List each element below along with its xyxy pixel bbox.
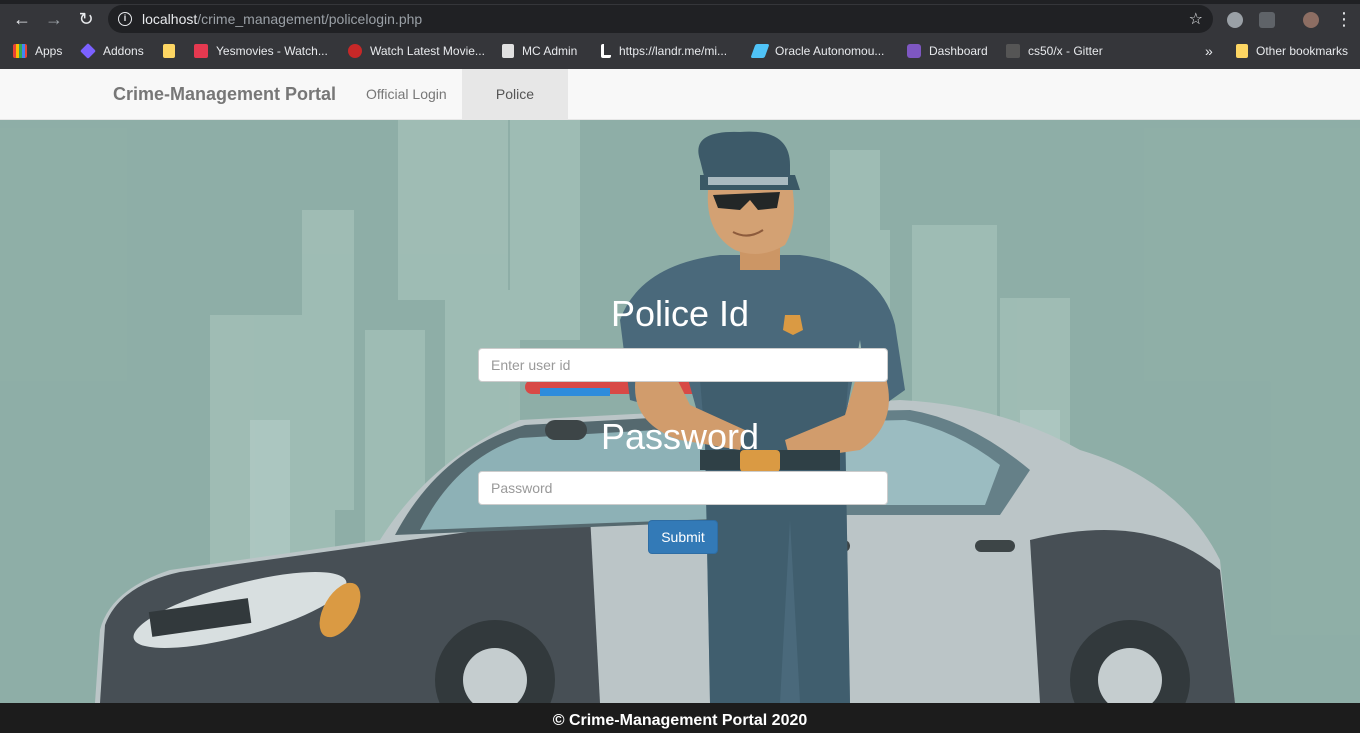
submit-button[interactable]: Submit bbox=[648, 520, 718, 554]
avatar[interactable] bbox=[1303, 12, 1319, 28]
bookmark-gitter[interactable]: cs50/x - Gitter bbox=[1006, 43, 1103, 59]
addons-icon bbox=[80, 43, 96, 59]
bookmark-dashboard[interactable]: Dashboard bbox=[907, 43, 988, 59]
bookmark-star-icon[interactable]: ☆ bbox=[1189, 9, 1203, 29]
watch-movie-icon bbox=[348, 44, 362, 58]
site-info-icon[interactable]: i bbox=[118, 12, 132, 26]
folder-icon bbox=[1236, 44, 1248, 58]
bookmark-oracle[interactable]: Oracle Autonomou... bbox=[750, 43, 885, 59]
bookmark-landr[interactable]: https://landr.me/mi... bbox=[601, 43, 727, 59]
bookmark-label: Oracle Autonomou... bbox=[775, 44, 885, 58]
address-bar[interactable]: i localhost/crime_management/policelogin… bbox=[108, 5, 1213, 33]
bookmark-label: cs50/x - Gitter bbox=[1028, 44, 1103, 58]
apps-grid-icon bbox=[13, 44, 27, 58]
url-host: localhost bbox=[142, 11, 198, 27]
nav-police-login[interactable]: Police Login bbox=[462, 69, 568, 152]
dashboard-icon bbox=[907, 44, 921, 58]
bookmark-label: Yesmovies - Watch... bbox=[216, 44, 328, 58]
bookmark-addons[interactable]: Addons bbox=[80, 43, 144, 59]
lock-extension-icon[interactable] bbox=[1259, 12, 1275, 28]
bookmark-label: MC Admin bbox=[522, 44, 578, 58]
oracle-icon bbox=[750, 44, 770, 58]
forward-icon[interactable]: → bbox=[44, 9, 64, 29]
login-form: Police Id Enter user id Password Passwor… bbox=[0, 120, 1360, 703]
bookmark-watch-latest[interactable]: Watch Latest Movie... bbox=[348, 43, 485, 59]
page-icon bbox=[502, 44, 514, 58]
bookmark-label: Addons bbox=[103, 44, 144, 58]
bookmark-label: Dashboard bbox=[929, 44, 988, 58]
gitter-icon bbox=[1006, 44, 1020, 58]
reload-icon[interactable]: ↻ bbox=[76, 9, 96, 29]
nav-official-login[interactable]: Official Login bbox=[351, 69, 462, 119]
yesmovies-icon bbox=[194, 44, 208, 58]
url-path: /crime_management/policelogin.php bbox=[197, 11, 423, 27]
site-navbar: Crime-Management Portal Official Login P… bbox=[0, 69, 1360, 152]
userid-input[interactable]: Enter user id bbox=[478, 348, 888, 382]
extension-icon[interactable] bbox=[1227, 12, 1243, 28]
bookmark-label: https://landr.me/mi... bbox=[619, 44, 728, 58]
bookmark-label: Watch Latest Movie... bbox=[370, 44, 485, 58]
bookmarks-overflow-icon[interactable]: » bbox=[1205, 43, 1213, 59]
folder-icon bbox=[163, 44, 175, 58]
userid-label: Police Id bbox=[610, 293, 750, 334]
password-label: Password bbox=[600, 416, 760, 457]
hero-section: Police Id Enter user id Password Passwor… bbox=[0, 120, 1360, 703]
brand-title[interactable]: Crime-Management Portal bbox=[113, 84, 336, 105]
bookmarks-bar: Apps Addons Yesmovies - Watch... Watch L… bbox=[0, 34, 1360, 67]
back-icon[interactable]: ← bbox=[12, 9, 32, 29]
page-footer: © Crime-Management Portal 2020 bbox=[0, 703, 1360, 733]
bookmark-label: Other bookmarks bbox=[1256, 44, 1349, 58]
password-input[interactable]: Password bbox=[478, 471, 888, 505]
url-text[interactable]: localhost/crime_management/policelogin.p… bbox=[142, 11, 422, 27]
bookmark-label: Apps bbox=[35, 44, 63, 58]
bookmark-yesmovies[interactable]: Yesmovies - Watch... bbox=[194, 43, 328, 59]
bookmark-apps[interactable]: Apps bbox=[13, 43, 62, 59]
landr-icon bbox=[601, 44, 611, 58]
menu-kebab-icon[interactable]: ⋮ bbox=[1334, 9, 1354, 29]
other-bookmarks[interactable]: Other bookmarks bbox=[1236, 43, 1348, 59]
bookmark-folder[interactable] bbox=[163, 43, 183, 59]
bookmark-mc-admin[interactable]: MC Admin bbox=[502, 43, 577, 59]
browser-chrome: ← → ↻ i localhost/crime_management/polic… bbox=[0, 0, 1360, 69]
browser-toolbar: ← → ↻ i localhost/crime_management/polic… bbox=[0, 4, 1360, 33]
